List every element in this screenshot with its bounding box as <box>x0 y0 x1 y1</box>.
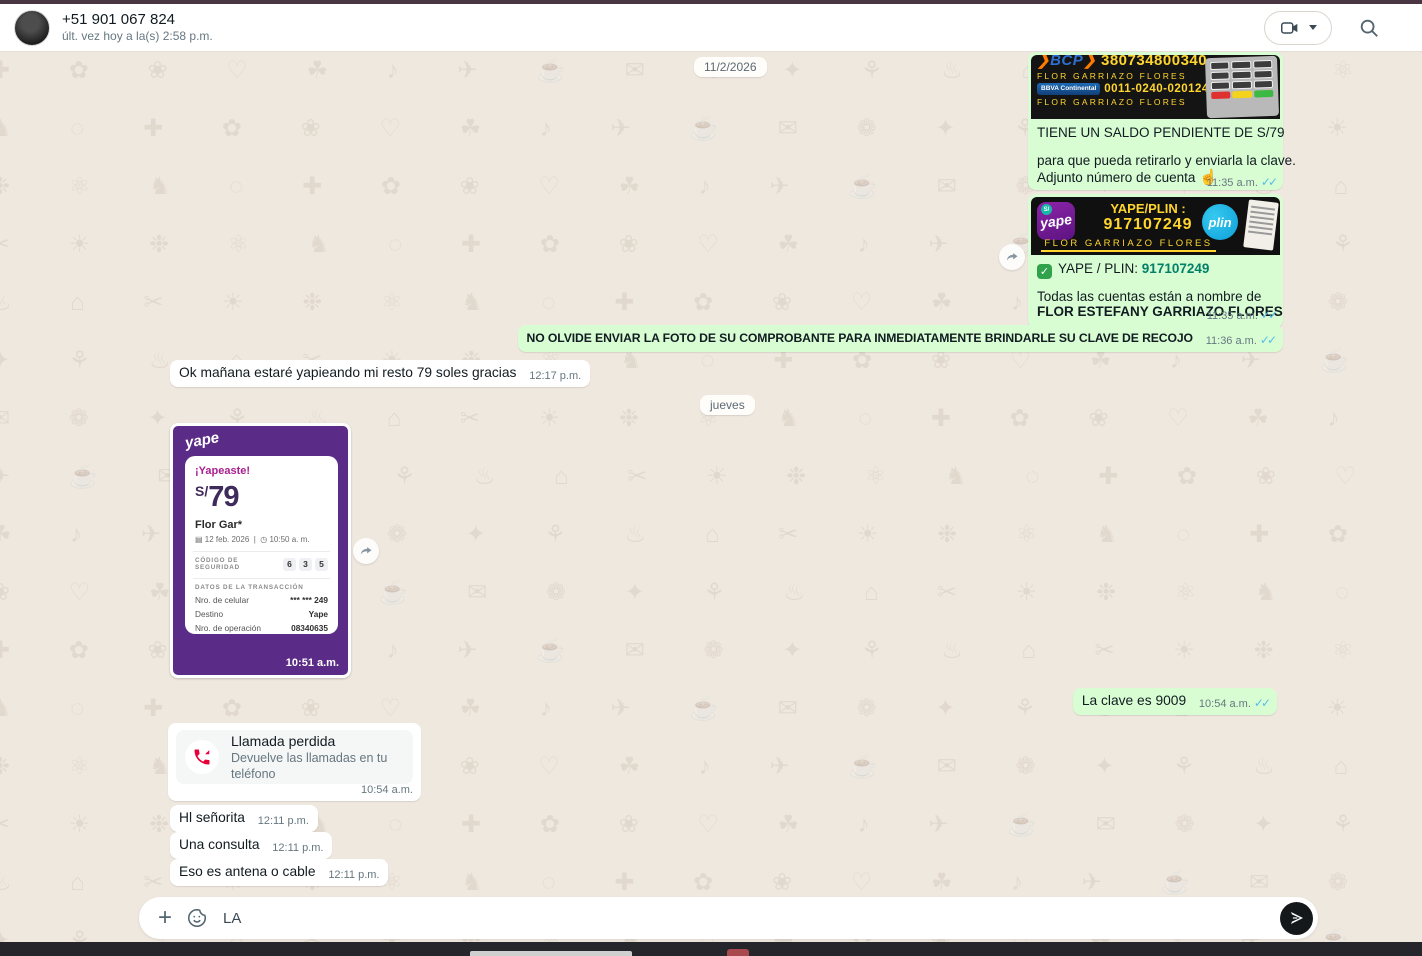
missed-call-box: Llamada perdida Devuelve las llamadas en… <box>176 730 413 784</box>
read-receipt-icon: ✓✓ <box>1260 333 1274 347</box>
message-text: Una consulta <box>179 837 260 852</box>
message-time: 10:54 a.m.✓✓ <box>1199 696 1268 710</box>
yape-logo: yape <box>184 429 221 452</box>
message-bubble-missed-call[interactable]: Llamada perdida Devuelve las llamadas en… <box>168 723 421 801</box>
calendar-icon: ▤ <box>195 535 203 544</box>
security-code-digits: 6 3 5 <box>283 558 328 571</box>
forward-icon[interactable] <box>353 538 379 564</box>
bcp-account-row: ❯BCP❯ 38073480034024 <box>1037 55 1202 69</box>
message-composer: + <box>139 897 1318 939</box>
taskbar-item[interactable] <box>727 949 749 956</box>
security-code-label: CÓDIGO DE SEGURIDAD <box>195 557 283 571</box>
pos-terminal-graphic <box>1205 56 1279 118</box>
bbva-logo: BBVA Continental <box>1037 83 1100 94</box>
video-call-button[interactable] <box>1264 11 1332 45</box>
receipt-amount: S/79 <box>195 481 328 514</box>
account-holder-name: FLOR GARRIAZO FLORES <box>1037 71 1202 81</box>
message-bubble-reminder[interactable]: NO OLVIDE ENVIAR LA FOTO DE SU COMPROBAN… <box>518 325 1283 352</box>
message-time: 11:35 a.m.✓✓ <box>1207 308 1275 322</box>
chat-canvas: ✚ ✿ ❀ ♡ ☘ ♪ ✈ ☕ ✉ ❁ ✦ ⚘ ♨ ⌂ ✂ ☀ ❉ ⚛ ♞ ◌ … <box>0 52 1422 942</box>
video-camera-icon <box>1279 17 1301 39</box>
message-time: 12:11 p.m. <box>272 842 323 854</box>
banner-number: 917107249 <box>1083 216 1213 234</box>
transaction-data-label: DATOS DE LA TRANSACCIÓN <box>195 584 328 591</box>
message-time: 12:11 p.m. <box>328 869 379 881</box>
forward-icon[interactable] <box>999 244 1025 270</box>
message-time: 12:11 p.m. <box>258 815 309 827</box>
chevron-down-icon <box>1309 25 1317 30</box>
date-chip: 11/2/2026 <box>694 57 767 77</box>
message-time: 12:17 p.m. <box>529 370 581 382</box>
date-chip: jueves <box>700 395 755 415</box>
message-time: 11:35 a.m.✓✓ <box>1207 175 1275 189</box>
missed-call-icon <box>192 747 212 767</box>
message-bubble-antena[interactable]: Eso es antena o cable 12:11 p.m. <box>170 859 388 886</box>
plus-icon: + <box>158 906 172 930</box>
receipt-card: ¡Yapeaste! S/79 Flor Gar* ▤ 12 feb. 2026… <box>185 456 338 634</box>
message-text: Eso es antena o cable <box>179 864 316 879</box>
receipt-title: ¡Yapeaste! <box>195 465 328 477</box>
bbva-account-number: 0011-0240-0201243721 <box>1104 83 1206 95</box>
contact-info[interactable]: +51 901 067 824 últ. vez hoy a la(s) 2:5… <box>62 11 213 45</box>
message-bubble-bank-accounts[interactable]: ❯BCP❯ 38073480034024 FLOR GARRIAZO FLORE… <box>1028 52 1283 190</box>
price-list-graphic <box>1243 199 1279 250</box>
account-holder-name: FLOR GARRIAZO FLORES <box>1037 97 1202 107</box>
message-bubble-ok[interactable]: Ok mañana estaré yapieando mi resto 79 s… <box>170 360 590 387</box>
banner-title: YAPE/PLIN : <box>1083 201 1213 216</box>
message-text: para que pueda retirarlo y enviarla la c… <box>1037 153 1274 168</box>
message-bubble-key[interactable]: La clave es 9009 10:54 a.m.✓✓ <box>1073 688 1277 715</box>
contact-name: +51 901 067 824 <box>62 11 213 30</box>
receipt-datetime: ▤ 12 feb. 2026 | ◷ 10:50 a. m. <box>195 535 328 544</box>
message-time: 10:51 a.m. <box>286 657 339 669</box>
message-bubble-yape-plin[interactable]: S/ yape YAPE/PLIN : 917107249 plin FLOR … <box>1028 194 1283 328</box>
sticker-button[interactable] <box>181 902 213 934</box>
message-time: 10:54 a.m. <box>361 784 413 796</box>
banner-holder-name: FLOR GARRIAZO FLORES <box>1041 238 1216 252</box>
kebab-menu-icon[interactable]: ⋮ <box>1402 17 1408 38</box>
send-icon <box>1288 909 1306 927</box>
search-icon[interactable] <box>1358 17 1380 39</box>
message-input[interactable] <box>223 910 1280 927</box>
whatsapp-window: +51 901 067 824 últ. vez hoy a la(s) 2:5… <box>0 0 1422 956</box>
sticker-icon <box>186 907 208 929</box>
message-bubble-consulta[interactable]: Una consulta 12:11 p.m. <box>170 832 332 859</box>
check-mark-emoji: ✓ <box>1037 264 1052 279</box>
bank-accounts-image[interactable]: ❯BCP❯ 38073480034024 FLOR GARRIAZO FLORE… <box>1031 55 1280 119</box>
message-bubble-hl[interactable]: Hl señorita 12:11 p.m. <box>170 805 318 832</box>
message-text: NO OLVIDE ENVIAR LA FOTO DE SU COMPROBAN… <box>527 331 1193 345</box>
chat-header: +51 901 067 824 últ. vez hoy a la(s) 2:5… <box>0 4 1422 52</box>
send-button[interactable] <box>1280 902 1313 935</box>
message-text: La clave es 9009 <box>1082 693 1186 708</box>
missed-call-subtitle: Devuelve las llamadas en tu teléfono <box>231 750 413 783</box>
message-text: Ok mañana estaré yapieando mi resto 79 s… <box>179 365 516 380</box>
missed-call-title: Llamada perdida <box>231 732 413 750</box>
taskbar-item[interactable] <box>470 951 632 956</box>
clock-icon: ◷ <box>260 535 267 544</box>
message-text: Todas las cuentas están a nombre de <box>1037 289 1274 304</box>
message-text: ✓YAPE / PLIN: 917107249 <box>1037 261 1274 277</box>
read-receipt-icon: ✓✓ <box>1261 308 1275 322</box>
read-receipt-icon: ✓✓ <box>1254 696 1268 710</box>
message-text: TIENE UN SALDO PENDIENTE DE S/79 <box>1037 125 1274 140</box>
message-text: Hl señorita <box>179 810 245 825</box>
taskbar[interactable] <box>0 942 1422 956</box>
read-receipt-icon: ✓✓ <box>1261 175 1275 189</box>
yape-logo: S/ yape <box>1037 202 1075 240</box>
plin-logo: plin <box>1202 204 1238 240</box>
receipt-row: DestinoYape <box>195 609 328 619</box>
receipt-row: Nro. de operación08340635 <box>195 623 328 633</box>
receipt-row: Nro. de celular*** *** 249 <box>195 595 328 605</box>
contact-last-seen: últ. vez hoy a la(s) 2:58 p.m. <box>62 29 213 44</box>
yape-plin-image[interactable]: S/ yape YAPE/PLIN : 917107249 plin FLOR … <box>1031 197 1280 255</box>
attach-button[interactable]: + <box>149 902 181 934</box>
message-time: 11:36 a.m.✓✓ <box>1206 333 1274 347</box>
message-bubble-yape-receipt[interactable]: yape ¡Yapeaste! S/79 Flor Gar* ▤ 12 feb.… <box>170 423 351 678</box>
contact-avatar[interactable] <box>14 10 50 46</box>
receipt-recipient: Flor Gar* <box>195 519 328 531</box>
